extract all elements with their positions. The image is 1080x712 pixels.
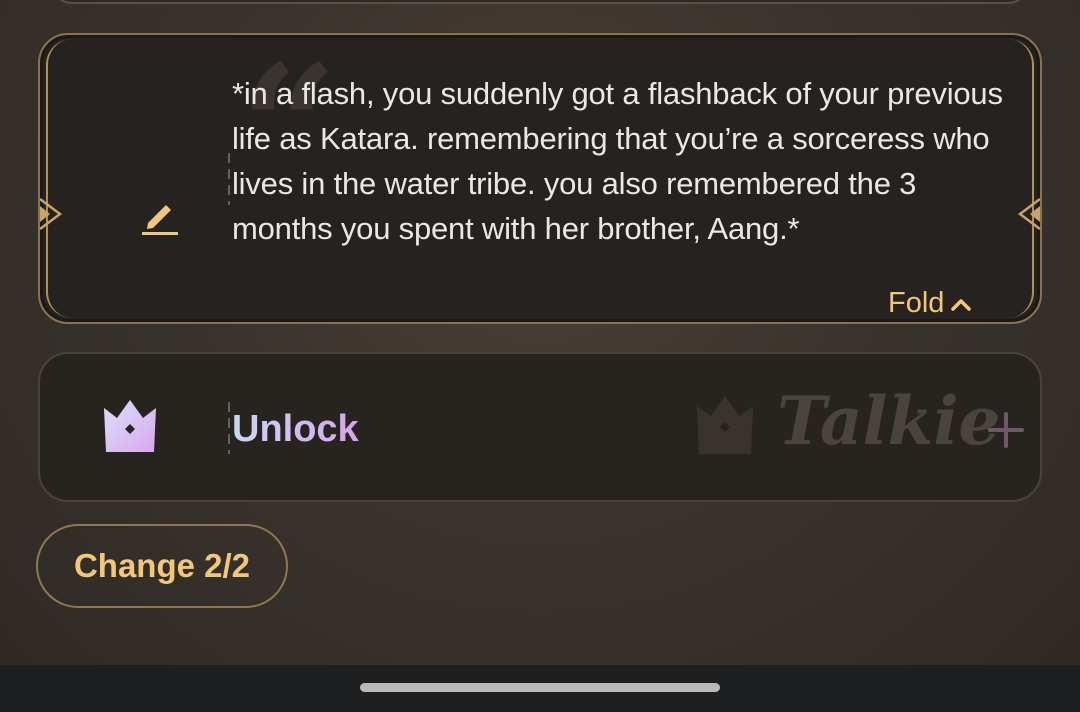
chevron-up-icon [951,298,972,311]
home-handle[interactable] [360,683,720,692]
prompt-card: “ *in a flash, you suddenly got a flashb… [38,33,1042,324]
pencil-icon[interactable] [140,195,180,235]
fold-label: Fold [888,287,945,319]
unlock-label: Unlock [232,408,359,450]
crown-icon [104,400,156,452]
talkie-watermark: Talkie [777,382,1001,460]
unlock-card[interactable]: Unlock Talkie [38,352,1042,502]
system-navigation-bar [0,665,1080,712]
vertical-divider [228,153,230,205]
left-notch-decoration [39,198,63,230]
vertical-divider [228,402,230,454]
crown-watermark-icon [697,396,753,454]
prompt-text: *in a flash, you suddenly got a flashbac… [232,76,1003,246]
previous-card-edge [50,0,1030,4]
fold-button[interactable]: Fold [888,287,972,320]
change-button[interactable]: Change 2/2 [36,524,288,608]
right-notch-decoration [1017,198,1041,230]
plus-icon [988,412,1024,448]
